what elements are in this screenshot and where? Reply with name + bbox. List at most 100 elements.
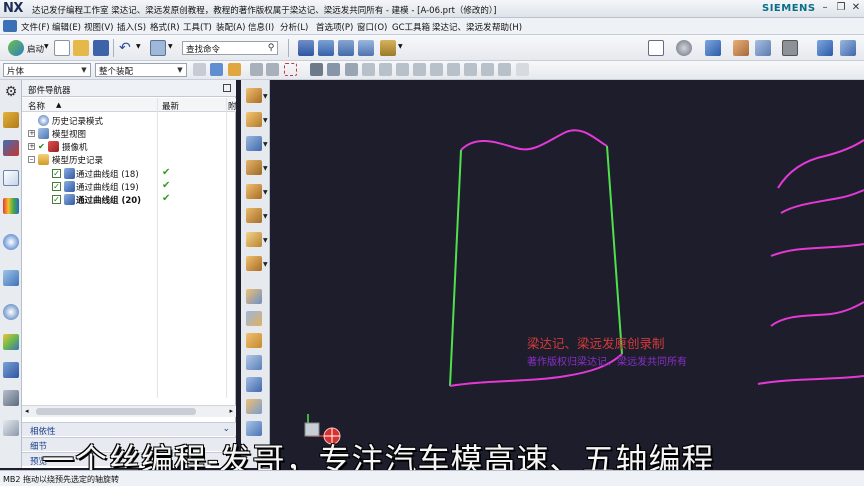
chevron-down-icon[interactable]: ▼ bbox=[175, 65, 185, 75]
boss-icon[interactable] bbox=[246, 184, 262, 199]
command-finder-input[interactable]: 查找命令 bbox=[186, 43, 220, 55]
menu-custom[interactable]: 梁达记、梁远发 bbox=[432, 21, 492, 33]
section-dependencies[interactable]: 相依性 ⌄ bbox=[22, 422, 236, 437]
part-navigator-icon[interactable] bbox=[3, 170, 19, 186]
swept-surface-icon[interactable] bbox=[358, 40, 374, 56]
dropdown-icon[interactable]: ▼ bbox=[263, 237, 268, 244]
extrude-icon[interactable] bbox=[246, 88, 262, 103]
open-folder-icon[interactable] bbox=[73, 40, 89, 56]
menu-preferences[interactable]: 首选项(P) bbox=[316, 21, 353, 33]
mid-point-icon[interactable] bbox=[379, 63, 392, 76]
rotate-view-icon[interactable] bbox=[676, 40, 692, 56]
save-icon[interactable] bbox=[93, 40, 109, 56]
point-snap-icon[interactable] bbox=[345, 63, 358, 76]
surface-right-edge[interactable] bbox=[606, 145, 623, 355]
dropdown-icon[interactable]: ▼ bbox=[263, 141, 268, 148]
tree-row-cameras[interactable]: + ✔ 摄像机 bbox=[22, 140, 236, 153]
dropdown-icon[interactable]: ▼ bbox=[263, 261, 268, 268]
snap-curve-icon[interactable] bbox=[266, 63, 279, 76]
collapse-icon[interactable]: – bbox=[28, 156, 35, 163]
scrollbar-thumb[interactable] bbox=[36, 408, 196, 415]
search-icon[interactable]: ⚲ bbox=[266, 43, 276, 53]
system-materials-icon[interactable] bbox=[3, 334, 19, 350]
filter-reset-icon[interactable] bbox=[193, 63, 206, 76]
trim-body-icon[interactable] bbox=[246, 311, 262, 326]
close-button[interactable]: ✕ bbox=[849, 2, 863, 15]
horizontal-scrollbar[interactable]: ◂ ▸ bbox=[22, 405, 236, 417]
menu-edit[interactable]: 编辑(E) bbox=[52, 21, 81, 33]
selection-filter-combo[interactable]: 片体 ▼ bbox=[3, 63, 91, 77]
mirror-feature-icon[interactable] bbox=[246, 355, 262, 370]
tree-row-feature-19[interactable]: ✓ 通过曲线组 (19) ✔ bbox=[22, 180, 236, 193]
fit-view-icon[interactable] bbox=[648, 40, 664, 56]
expand-icon[interactable]: + bbox=[28, 130, 35, 137]
visibility-checkbox[interactable]: ✓ bbox=[52, 169, 61, 178]
minimize-button[interactable]: – bbox=[818, 2, 832, 15]
trim-sheet-icon[interactable] bbox=[380, 40, 396, 56]
column-extra-header[interactable]: 附 bbox=[228, 100, 237, 112]
tree-row-feature-20[interactable]: ✓ 通过曲线组 (20) ✔ bbox=[22, 193, 236, 206]
quadrant-point-icon[interactable] bbox=[447, 63, 460, 76]
dropdown-icon[interactable]: ▼ bbox=[263, 117, 268, 124]
menu-insert[interactable]: 插入(S) bbox=[117, 21, 146, 33]
start-icon[interactable] bbox=[8, 40, 24, 56]
background-icon[interactable] bbox=[782, 40, 798, 56]
new-file-icon[interactable] bbox=[54, 40, 70, 56]
palette-icon[interactable] bbox=[3, 420, 19, 436]
surface-dropdown-icon[interactable]: ▼ bbox=[398, 43, 403, 50]
gear-icon[interactable]: ⚙ bbox=[3, 84, 19, 100]
section-curve-4[interactable] bbox=[770, 301, 864, 327]
section-curve-5[interactable] bbox=[757, 375, 864, 385]
tree-row-model-history[interactable]: – 模型历史记录 bbox=[22, 153, 236, 166]
chamfer-icon[interactable] bbox=[246, 256, 262, 271]
tree-row-model-views[interactable]: + 模型视图 bbox=[22, 127, 236, 140]
start-dropdown-icon[interactable]: ▼ bbox=[44, 43, 49, 50]
dropdown-icon[interactable]: ▼ bbox=[263, 189, 268, 196]
dropdown-icon[interactable]: ▼ bbox=[263, 93, 268, 100]
snap-settings-icon[interactable] bbox=[516, 63, 529, 76]
undo-dropdown-icon[interactable]: ▼ bbox=[136, 43, 141, 50]
sheet-body-icon[interactable] bbox=[327, 63, 340, 76]
rectangle-select-icon[interactable] bbox=[284, 63, 297, 76]
point-on-curve-icon[interactable] bbox=[481, 63, 494, 76]
checkmark-icon[interactable]: ✔ bbox=[37, 142, 46, 151]
window-dropdown-icon[interactable]: ▼ bbox=[168, 43, 173, 50]
visibility-checkbox[interactable]: ✓ bbox=[52, 195, 61, 204]
menu-icon[interactable] bbox=[3, 20, 17, 32]
section-view-icon[interactable] bbox=[817, 40, 833, 56]
section-curve-3[interactable] bbox=[770, 243, 864, 257]
select-feature-icon[interactable] bbox=[210, 63, 223, 76]
layer-icon[interactable] bbox=[840, 40, 856, 56]
general-object-icon[interactable] bbox=[228, 63, 241, 76]
chevron-down-icon[interactable]: ▼ bbox=[79, 65, 89, 75]
section-curve-1[interactable] bbox=[777, 139, 864, 189]
tree-row-feature-18[interactable]: ✓ 通过曲线组 (18) ✔ bbox=[22, 167, 236, 180]
chevron-down-icon[interactable]: ⌄ bbox=[222, 424, 230, 434]
menu-analysis[interactable]: 分析(L) bbox=[280, 21, 308, 33]
graphics-window[interactable]: 梁达记、梁远发原创录制 著作版权归梁达记、梁远发共同所有 bbox=[271, 80, 864, 470]
reuse-library-icon[interactable] bbox=[3, 198, 19, 214]
sew-icon[interactable] bbox=[246, 421, 262, 436]
surface-top-curve[interactable] bbox=[460, 129, 608, 151]
column-name-header[interactable]: 名称 bbox=[28, 100, 45, 112]
render-style-icon[interactable] bbox=[705, 40, 721, 56]
history-icon[interactable] bbox=[3, 270, 19, 286]
control-point-icon[interactable] bbox=[396, 63, 409, 76]
scroll-left-icon[interactable]: ◂ bbox=[25, 407, 29, 415]
window-icon[interactable] bbox=[150, 40, 166, 56]
command-finder[interactable]: 查找命令 ⚲ bbox=[182, 41, 278, 55]
maximize-icon[interactable] bbox=[223, 84, 231, 92]
web-browser-icon[interactable] bbox=[3, 234, 19, 250]
intersection-point-icon[interactable] bbox=[413, 63, 426, 76]
hole-icon[interactable] bbox=[246, 160, 262, 175]
scroll-right-icon[interactable]: ▸ bbox=[229, 407, 233, 415]
menu-file[interactable]: 文件(F) bbox=[21, 21, 50, 33]
datum-plane-icon[interactable] bbox=[246, 136, 262, 151]
thicken-icon[interactable] bbox=[246, 399, 262, 414]
menu-view[interactable]: 视图(V) bbox=[84, 21, 113, 33]
edge-blend-icon[interactable] bbox=[246, 232, 262, 247]
snap-icon[interactable] bbox=[250, 63, 263, 76]
expand-icon[interactable]: + bbox=[28, 143, 35, 150]
point-on-surface-icon[interactable] bbox=[498, 63, 511, 76]
existing-point-icon[interactable] bbox=[464, 63, 477, 76]
